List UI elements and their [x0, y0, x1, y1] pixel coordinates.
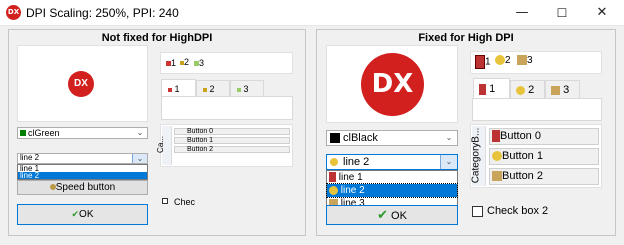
chevron-down-icon[interactable]: ⌄ [440, 155, 457, 169]
left-checkbox-label: Chec [174, 197, 196, 207]
app-logo-icon: DX [6, 5, 21, 20]
right-toolbar: 1 2 3 [470, 51, 602, 74]
window-title: DPI Scaling: 250%, PPI: 240 [26, 6, 179, 20]
left-group-title: Not fixed for HighDPI [101, 32, 213, 44]
color-swatch [20, 130, 26, 136]
category-caption: Ca... [155, 136, 165, 153]
right-logo-panel: DX [326, 45, 458, 123]
left-logo-panel: DX [17, 45, 148, 122]
right-tab-page [472, 98, 602, 121]
left-image-combo[interactable]: line 2 ⌄ [17, 153, 148, 164]
right-group-title: Fixed for High DPI [418, 32, 514, 44]
left-tab-page [161, 96, 293, 120]
right-checkbox-label: Check box 2 [487, 205, 549, 217]
right-category-panel: CategoryB... Button 0 Button 1 Button 2 [470, 124, 602, 188]
line-icon [330, 158, 338, 166]
minimize-button[interactable]: — [502, 0, 542, 26]
toolbar-item-3[interactable]: 3 [517, 55, 533, 66]
right-image-dropdown: line 1 line 2 line 3 [326, 170, 458, 210]
right-ok-button[interactable]: ✔ OK [326, 205, 458, 225]
category-button-1[interactable]: Button 1 [174, 137, 290, 144]
category-header[interactable]: Ca... [156, 126, 172, 165]
toolbar-item-2[interactable]: 2 [180, 57, 189, 67]
close-button[interactable]: ✕ [582, 0, 622, 26]
right-checkbox[interactable] [472, 206, 483, 217]
check-icon: ✔ [377, 207, 388, 222]
image-combo-value: line 2 [343, 156, 370, 168]
toolbar-item-2[interactable]: 2 [495, 55, 511, 66]
right-tab-1[interactable]: 1 [473, 78, 510, 99]
category-button-2[interactable]: Button 2 [489, 168, 599, 185]
toolbar-item-3[interactable]: 3 [194, 58, 204, 68]
chevron-down-icon[interactable]: ⌄ [441, 131, 457, 145]
category-button-0[interactable]: Button 0 [174, 128, 290, 135]
image-combo-value: line 2 [20, 153, 40, 162]
check-icon: ✔ [71, 209, 80, 219]
left-color-combo[interactable]: clGreen ⌄ [17, 127, 148, 139]
left-tab-1[interactable]: 1 [161, 79, 196, 97]
list-item-selected[interactable]: line 2 [18, 172, 147, 180]
category-caption: CategoryB... [470, 127, 482, 184]
left-checkbox[interactable] [162, 198, 168, 204]
left-image-dropdown: line 1 line 2 [17, 164, 148, 180]
list-item[interactable]: line 1 [327, 171, 457, 184]
left-tab-2[interactable]: 2 [196, 80, 230, 96]
right-color-combo[interactable]: clBlack ⌄ [326, 130, 458, 146]
left-ok-button[interactable]: ✔OK [17, 204, 148, 225]
right-tab-3[interactable]: 3 [545, 80, 580, 99]
left-toolbar: 1 2 3 [160, 52, 293, 74]
maximize-button[interactable]: ☐ [542, 0, 582, 26]
list-item-selected[interactable]: line 2 [326, 183, 458, 198]
left-category-panel: Ca... Button 0 Button 1 Button 2 [156, 124, 293, 167]
category-button-0[interactable]: Button 0 [489, 128, 599, 145]
color-combo-value: clGreen [28, 128, 60, 138]
category-header[interactable]: CategoryB... [470, 126, 486, 186]
color-combo-value: clBlack [343, 132, 378, 144]
title-bar: DX DPI Scaling: 250%, PPI: 240 — ☐ ✕ [0, 0, 624, 26]
right-image-combo[interactable]: line 2 ⌄ [326, 154, 458, 170]
color-swatch [330, 133, 340, 143]
chevron-down-icon[interactable]: ⌄ [133, 128, 147, 138]
toolbar-item-1[interactable]: 1 [475, 55, 491, 69]
dx-logo-icon: DX [361, 53, 424, 116]
toolbar-item-1[interactable]: 1 [166, 58, 176, 68]
right-tab-2[interactable]: 2 [510, 80, 545, 99]
category-button-1[interactable]: Button 1 [489, 148, 599, 165]
chevron-down-icon[interactable]: ⌄ [132, 154, 147, 163]
dx-logo-icon: DX [68, 71, 94, 97]
category-button-2[interactable]: Button 2 [174, 146, 290, 153]
left-tab-3[interactable]: 3 [230, 80, 264, 96]
speed-button[interactable]: Speed button [17, 180, 148, 195]
